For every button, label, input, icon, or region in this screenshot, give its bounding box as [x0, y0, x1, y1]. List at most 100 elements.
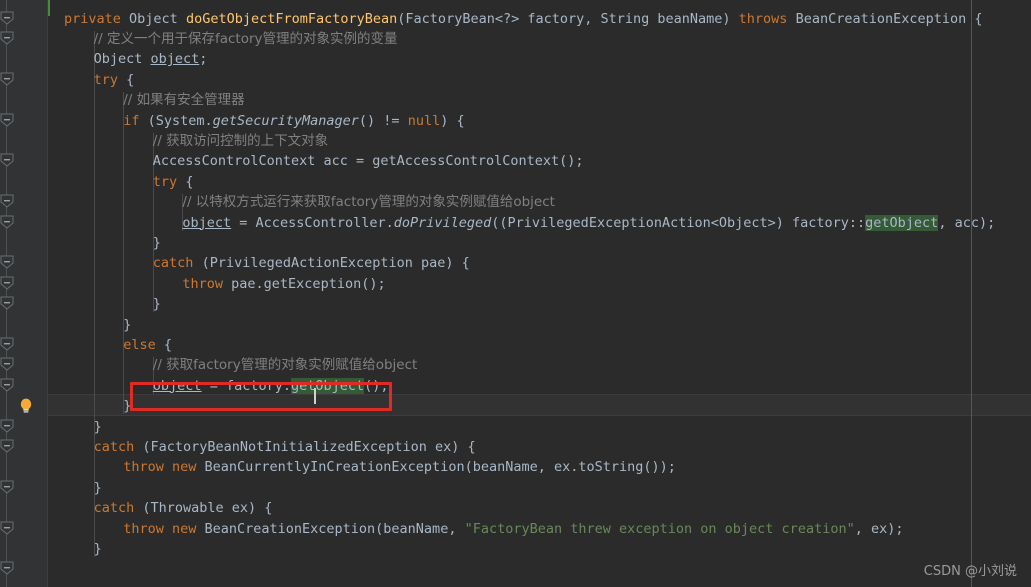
fold-collapse-marker[interactable] — [0, 378, 14, 392]
code-token: (PrivilegedActionException pae) { — [193, 255, 470, 272]
fold-collapse-marker[interactable] — [0, 72, 14, 86]
code-line[interactable]: // 如果有安全管理器 — [123, 90, 244, 110]
code-token: getSecurityManager — [212, 112, 359, 129]
code-token: // 获取访问控制的上下文对象 — [152, 132, 329, 149]
code-token: private — [64, 10, 121, 27]
code-line[interactable]: throw pae.getException(); — [182, 274, 385, 294]
code-line[interactable]: } — [94, 478, 102, 498]
code-token: try — [152, 173, 178, 190]
fold-collapse-marker[interactable] — [0, 11, 14, 25]
code-token: } — [123, 398, 132, 415]
code-token: ) { — [440, 112, 465, 129]
code-token: // 获取factory管理的对象实例赋值给object — [152, 357, 418, 374]
code-line[interactable]: catch (PrivilegedActionException pae) { — [153, 253, 470, 273]
code-token: } — [152, 296, 161, 313]
code-line[interactable]: private Object doGetObjectFromFactoryBea… — [64, 9, 983, 29]
code-token: throw — [182, 275, 224, 292]
code-token: } — [123, 316, 132, 333]
code-token: getObject — [865, 214, 939, 231]
watermark-label: CSDN @小刘说 — [923, 564, 1017, 579]
fold-collapse-marker[interactable] — [0, 521, 14, 535]
fold-collapse-marker[interactable] — [0, 480, 14, 494]
code-token: AccessControlContext acc = getAccessCont… — [152, 153, 584, 170]
code-line[interactable]: catch (Throwable ex) { — [94, 498, 273, 518]
intention-bulb-icon[interactable] — [17, 397, 35, 415]
fold-collapse-marker[interactable] — [0, 276, 14, 290]
code-line[interactable]: throw new BeanCurrentlyInCreationExcepti… — [123, 457, 676, 477]
editor-gutter[interactable] — [0, 0, 47, 587]
right-margin-guide — [971, 0, 972, 587]
code-token: BeanCurrentlyInCreationException(beanNam… — [196, 459, 676, 476]
code-token: BeanCreationException { — [787, 10, 983, 27]
code-token: } — [93, 418, 102, 435]
code-token: ; — [199, 51, 208, 68]
code-line[interactable]: try { — [153, 172, 194, 192]
fold-collapse-marker[interactable] — [0, 337, 14, 351]
code-line[interactable]: // 获取factory管理的对象实例赋值给object — [153, 355, 418, 375]
code-token: // 如果有安全管理器 — [123, 92, 245, 109]
code-line[interactable]: AccessControlContext acc = getAccessCont… — [153, 151, 584, 171]
fold-collapse-marker[interactable] — [0, 296, 14, 310]
code-token: (Throwable ex) { — [134, 500, 273, 517]
code-line[interactable]: object = AccessController.doPrivileged((… — [182, 213, 995, 233]
code-token: else — [123, 336, 156, 353]
text-caret — [314, 388, 316, 404]
code-token: throws — [738, 10, 788, 27]
code-line[interactable]: } — [153, 233, 161, 253]
code-token: , ex); — [854, 520, 904, 537]
fold-collapse-marker[interactable] — [0, 31, 14, 45]
code-line[interactable]: } — [94, 539, 102, 559]
code-line[interactable]: } — [153, 294, 161, 314]
fold-collapse-marker[interactable] — [0, 419, 14, 433]
code-token: throw — [123, 520, 164, 537]
code-line[interactable]: throw new BeanCreationException(beanName… — [123, 519, 903, 539]
code-line[interactable]: } — [123, 315, 131, 335]
code-token: doPrivileged — [393, 214, 492, 231]
code-token: , acc); — [938, 214, 996, 231]
code-token: } — [152, 234, 161, 251]
code-token: catch — [93, 500, 135, 517]
code-line[interactable]: object = factory.getObject(); — [153, 376, 389, 396]
code-token: "FactoryBean threw exception on object c… — [464, 520, 855, 537]
code-content-area[interactable]: private Object doGetObjectFromFactoryBea… — [48, 0, 1031, 587]
code-line[interactable]: catch (FactoryBeanNotInitializedExceptio… — [94, 437, 476, 457]
code-line[interactable]: try { — [94, 70, 135, 90]
code-token: (System. — [139, 112, 213, 129]
code-token: object — [182, 214, 232, 231]
code-token: { — [177, 173, 194, 190]
code-line[interactable]: // 获取访问控制的上下文对象 — [153, 131, 328, 151]
code-token: (FactoryBeanNotInitializedException ex) … — [134, 438, 476, 455]
fold-collapse-marker[interactable] — [0, 194, 14, 208]
fold-collapse-marker[interactable] — [0, 561, 14, 575]
code-token: = factory. — [201, 377, 291, 394]
fold-collapse-marker[interactable] — [0, 357, 14, 371]
code-token: try — [93, 71, 118, 88]
code-editor[interactable]: private Object doGetObjectFromFactoryBea… — [0, 0, 1031, 587]
code-token: new — [171, 459, 197, 476]
fold-collapse-marker[interactable] — [0, 113, 14, 127]
fold-collapse-marker[interactable] — [0, 439, 14, 453]
fold-collapse-marker[interactable] — [0, 215, 14, 229]
fold-collapse-marker[interactable] — [0, 153, 14, 167]
code-line[interactable]: if (System.getSecurityManager() != null)… — [123, 111, 464, 131]
code-line[interactable]: Object object; — [94, 49, 208, 69]
code-line[interactable]: } — [94, 417, 102, 437]
indent-guide — [123, 92, 125, 415]
code-line[interactable]: else { — [123, 335, 172, 355]
code-token: // 以特权方式运行来获取factory管理的对象实例赋值给object — [182, 194, 555, 211]
code-token: (); — [364, 377, 389, 394]
code-token: () != — [358, 112, 408, 129]
code-token: object — [150, 51, 200, 68]
code-line[interactable]: // 定义一个用于保存factory管理的对象实例的变量 — [94, 29, 398, 49]
code-token: catch — [152, 255, 194, 272]
code-token: throw — [123, 459, 164, 476]
code-token: } — [93, 540, 102, 557]
fold-collapse-marker[interactable] — [0, 255, 14, 269]
code-token: if — [123, 112, 140, 129]
code-token: getObject — [290, 377, 365, 394]
code-line[interactable]: } — [123, 396, 131, 416]
code-line[interactable]: // 以特权方式运行来获取factory管理的对象实例赋值给object — [182, 192, 555, 212]
